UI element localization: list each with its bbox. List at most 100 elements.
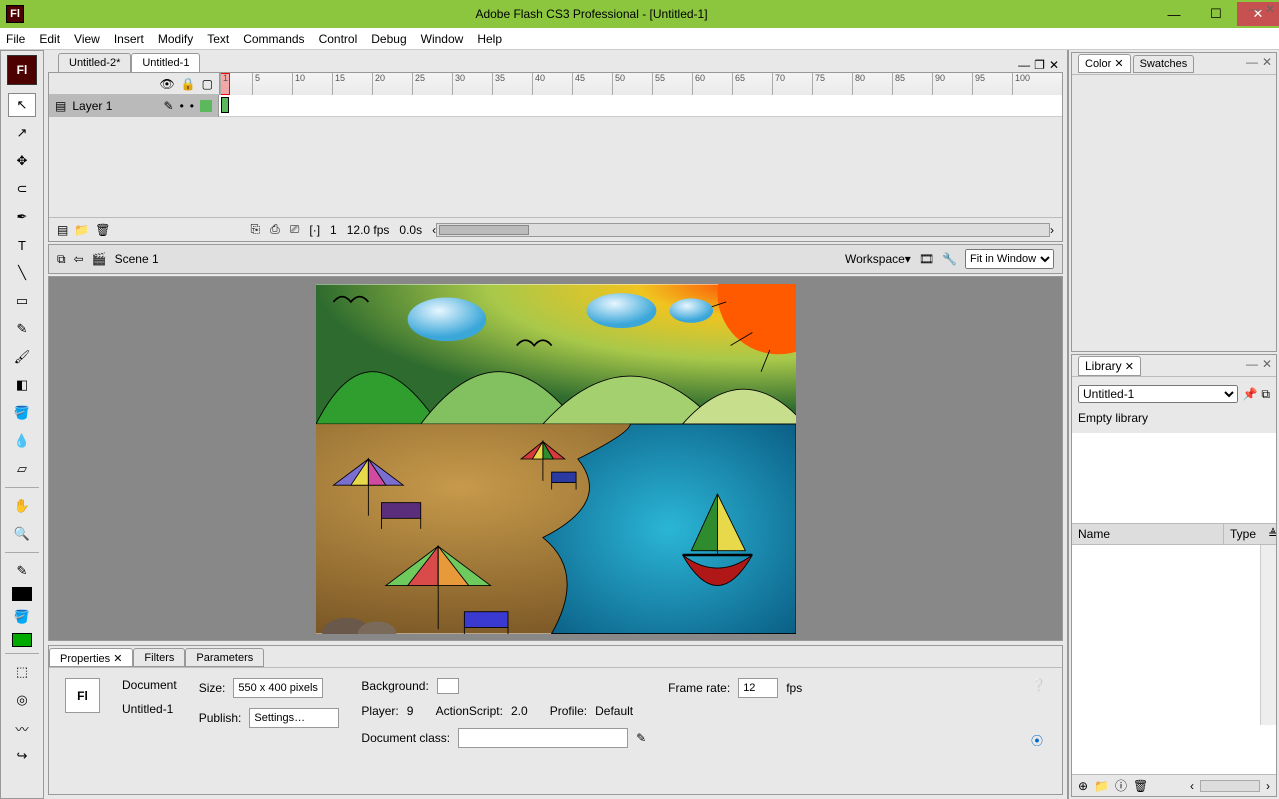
edit-class-button[interactable]: ✎: [636, 731, 646, 745]
properties-tab-filters[interactable]: Filters: [133, 648, 185, 667]
panel-tab-swatches[interactable]: Swatches: [1133, 55, 1195, 73]
keyframe[interactable]: [221, 97, 229, 113]
accessibility-button[interactable]: ⦿: [1031, 732, 1046, 749]
outline-icon[interactable]: ▢: [202, 77, 213, 91]
library-col-name[interactable]: Name: [1072, 524, 1224, 544]
maximize-button[interactable]: ☐: [1195, 2, 1237, 26]
lock-icon[interactable]: 🔒: [181, 77, 196, 91]
zoom-select[interactable]: Fit in Window: [965, 249, 1054, 269]
layer-color-swatch[interactable]: [200, 100, 212, 112]
scroll-right-button[interactable]: ›: [1050, 223, 1054, 237]
menu-view[interactable]: View: [74, 32, 100, 46]
lib-scroll-right[interactable]: ›: [1266, 779, 1270, 793]
pen-tool[interactable]: ✒: [8, 205, 36, 229]
lib-hscrollbar[interactable]: [1200, 780, 1260, 792]
lib-scroll-left[interactable]: ‹: [1190, 779, 1194, 793]
zoom-tool[interactable]: 🔍: [8, 522, 36, 546]
option-smooth[interactable]: 〰: [8, 716, 36, 740]
menu-file[interactable]: File: [6, 32, 25, 46]
minimize-button[interactable]: —: [1153, 2, 1195, 26]
doc-close-button[interactable]: ✕: [1049, 58, 1059, 72]
menu-control[interactable]: Control: [319, 32, 358, 46]
new-folder-button[interactable]: 📁: [74, 223, 89, 237]
modify-onion-markers-button[interactable]: [·]: [309, 223, 320, 237]
frame-strip[interactable]: [219, 95, 1062, 117]
onion-skin-button[interactable]: ⎘: [251, 222, 261, 237]
stage-viewport[interactable]: [48, 276, 1063, 641]
pencil-tool[interactable]: ✎: [8, 317, 36, 341]
new-folder-button[interactable]: 📁: [1094, 779, 1109, 793]
fill-color-tool[interactable]: 🪣: [8, 605, 36, 629]
scene-name[interactable]: Scene 1: [115, 252, 159, 266]
selection-tool[interactable]: ↖: [8, 93, 36, 117]
hand-tool[interactable]: ✋: [8, 494, 36, 518]
panel-close-button[interactable]: ✕: [1262, 55, 1272, 69]
panel-tab-color[interactable]: Color ✕: [1078, 54, 1131, 73]
edit-bar-icon[interactable]: ⧉: [57, 252, 66, 267]
menu-window[interactable]: Window: [421, 32, 464, 46]
publish-settings-button[interactable]: [249, 708, 339, 728]
ink-bottle-tool[interactable]: ◧: [8, 373, 36, 397]
pin-button[interactable]: 📌: [1242, 387, 1257, 401]
help-button[interactable]: ❔: [1031, 678, 1046, 692]
timeline-ruler[interactable]: 1510152025303540455055606570758085909510…: [219, 73, 1062, 95]
background-swatch[interactable]: [437, 678, 459, 694]
menu-text[interactable]: Text: [207, 32, 229, 46]
text-tool[interactable]: T: [8, 233, 36, 257]
option-swap[interactable]: ⬚: [8, 660, 36, 684]
properties-tab-properties[interactable]: Properties ✕: [49, 648, 133, 667]
properties-button[interactable]: ⓘ: [1115, 777, 1127, 794]
eraser-tool[interactable]: ▱: [8, 457, 36, 481]
fill-swatch[interactable]: [12, 633, 32, 647]
menu-insert[interactable]: Insert: [114, 32, 144, 46]
timeline-scrollbar[interactable]: [436, 223, 1050, 237]
properties-tab-parameters[interactable]: Parameters: [185, 648, 264, 667]
edit-symbols-button[interactable]: 🔧: [942, 252, 957, 266]
subselection-tool[interactable]: ↗: [8, 121, 36, 145]
library-col-type[interactable]: Type: [1224, 524, 1262, 544]
panel-collapse-button[interactable]: —: [1246, 55, 1258, 69]
back-button[interactable]: ⇦: [74, 252, 84, 266]
rectangle-tool[interactable]: ▭: [8, 289, 36, 313]
paint-bucket-tool[interactable]: 🪣: [8, 401, 36, 425]
size-button[interactable]: [233, 678, 323, 698]
delete-button[interactable]: 🗑: [1133, 779, 1148, 793]
document-tab[interactable]: Untitled-1: [131, 53, 200, 72]
stroke-color-tool[interactable]: ✎: [8, 559, 36, 583]
option-straighten[interactable]: ↪: [8, 744, 36, 768]
edit-scene-button[interactable]: 🎞: [919, 252, 934, 266]
panel-close-button[interactable]: ✕: [1265, 2, 1275, 16]
menu-modify[interactable]: Modify: [158, 32, 193, 46]
framerate-input[interactable]: [738, 678, 778, 698]
panel-collapse-button[interactable]: —: [1246, 357, 1258, 371]
document-class-input[interactable]: [458, 728, 628, 748]
brush-tool[interactable]: 🖌: [8, 345, 36, 369]
doc-minimize-button[interactable]: —: [1018, 58, 1030, 72]
new-layer-button[interactable]: ▤: [57, 223, 68, 237]
delete-layer-button[interactable]: 🗑: [95, 223, 110, 237]
free-transform-tool[interactable]: ✥: [8, 149, 36, 173]
library-doc-select[interactable]: Untitled-1: [1078, 385, 1238, 403]
layer-row[interactable]: ▤ Layer 1 ✎ ••: [49, 95, 219, 117]
doc-restore-button[interactable]: ❐: [1034, 58, 1045, 72]
stage[interactable]: [316, 284, 796, 634]
menu-edit[interactable]: Edit: [39, 32, 60, 46]
layer-name[interactable]: Layer 1: [72, 99, 112, 113]
document-tab[interactable]: Untitled-2*: [58, 53, 131, 72]
library-tab[interactable]: Library ✕: [1078, 356, 1141, 376]
show-hide-icon[interactable]: 👁: [159, 77, 174, 91]
onion-skin-outlines-button[interactable]: ⎙: [270, 222, 280, 237]
panel-minimize-button[interactable]: —: [1249, 2, 1261, 16]
option-snap[interactable]: ◎: [8, 688, 36, 712]
panel-close-button[interactable]: ✕: [1262, 357, 1272, 371]
stroke-swatch[interactable]: [12, 587, 32, 601]
new-symbol-button[interactable]: ⊕: [1078, 779, 1088, 793]
edit-multiple-frames-button[interactable]: ⎚: [290, 222, 300, 237]
workspace-switcher[interactable]: Workspace▾: [845, 252, 911, 266]
lasso-tool[interactable]: ⊂: [8, 177, 36, 201]
eyedropper-tool[interactable]: 💧: [8, 429, 36, 453]
library-scrollbar[interactable]: [1260, 545, 1276, 725]
new-library-button[interactable]: ⧉: [1261, 387, 1270, 402]
menu-commands[interactable]: Commands: [243, 32, 304, 46]
line-tool[interactable]: ╲: [8, 261, 36, 285]
